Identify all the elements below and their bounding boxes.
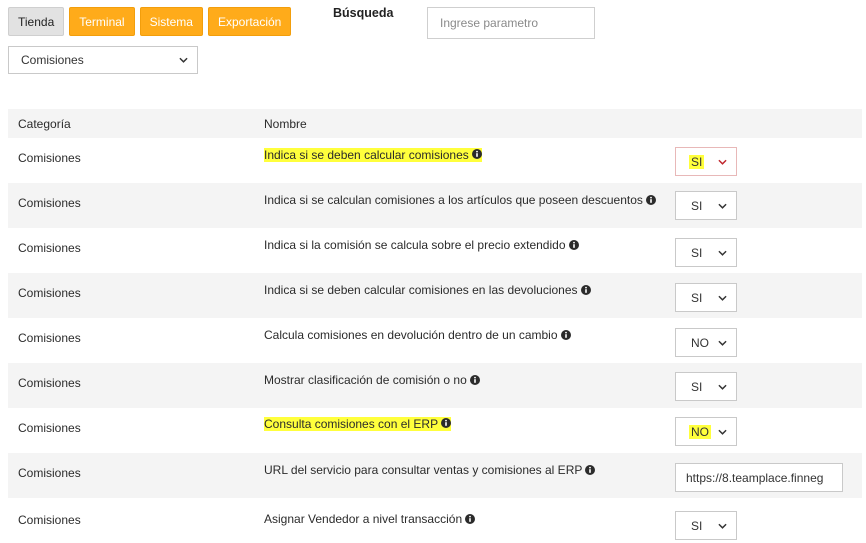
chevron-down-icon	[718, 384, 727, 390]
value-select[interactable]: SI	[675, 283, 737, 312]
chevron-down-icon	[718, 250, 727, 256]
column-header-name: Nombre	[264, 117, 307, 131]
table-row: Comisiones Consulta comisiones con el ER…	[8, 408, 862, 453]
value-select-value: SI	[691, 379, 703, 394]
row-name: Mostrar clasificación de comisión o no	[264, 373, 480, 387]
chevron-down-icon	[718, 159, 727, 165]
value-select[interactable]: NO	[675, 328, 737, 357]
info-circle-icon[interactable]	[472, 149, 483, 159]
chevron-down-icon	[718, 295, 727, 301]
row-name-label: Mostrar clasificación de comisión o no	[264, 373, 467, 387]
table-row: Comisiones Asignar Vendedor a nivel tran…	[8, 498, 862, 543]
row-category: Comisiones	[18, 331, 81, 345]
info-circle-icon[interactable]	[580, 285, 591, 295]
value-select-value: NO	[689, 424, 711, 439]
row-name: Consulta comisiones con el ERP	[264, 417, 452, 431]
table-row: Comisiones Calcula comisiones en devoluc…	[8, 318, 862, 363]
info-circle-icon[interactable]	[441, 418, 452, 428]
row-name: URL del servicio para consultar ventas y…	[264, 463, 596, 477]
value-select[interactable]: SI	[675, 372, 737, 401]
search-label: Búsqueda	[333, 6, 394, 20]
tab-tienda[interactable]: Tienda	[8, 7, 65, 36]
row-category: Comisiones	[18, 466, 81, 480]
search-input[interactable]	[427, 7, 595, 39]
row-name-label: Asignar Vendedor a nivel transacción	[264, 512, 463, 526]
value-select[interactable]: NO	[675, 417, 737, 446]
value-select-value: NO	[691, 335, 709, 350]
info-circle-icon[interactable]	[568, 240, 579, 250]
chevron-down-icon	[718, 203, 727, 209]
value-select-value: SI	[691, 245, 703, 260]
row-name: Calcula comisiones en devolución dentro …	[264, 328, 571, 342]
tab-bar: Tienda Terminal Sistema Exportación	[8, 7, 292, 36]
table-row: Comisiones Indica si se calculan comisio…	[8, 183, 862, 228]
info-circle-icon[interactable]	[645, 195, 656, 205]
row-category: Comisiones	[18, 513, 81, 527]
row-category: Comisiones	[18, 421, 81, 435]
chevron-down-icon	[718, 429, 727, 435]
value-select[interactable]: SI	[675, 191, 737, 220]
column-header-category: Categoría	[18, 117, 71, 131]
value-select[interactable]: SI	[675, 511, 737, 540]
row-category: Comisiones	[18, 286, 81, 300]
info-circle-icon[interactable]	[585, 465, 596, 475]
table-row: Comisiones URL del servicio para consult…	[8, 453, 862, 498]
row-category: Comisiones	[18, 241, 81, 255]
row-category: Comisiones	[18, 376, 81, 390]
info-circle-icon[interactable]	[560, 330, 571, 340]
value-select-value: SI	[691, 290, 703, 305]
value-select[interactable]: SI	[675, 238, 737, 267]
chevron-down-icon	[179, 57, 188, 63]
info-circle-icon[interactable]	[465, 514, 476, 524]
table-row: Comisiones Indica si se deben calcular c…	[8, 273, 862, 318]
row-name: Indica si se deben calcular comisiones	[264, 148, 483, 162]
erp-url-input[interactable]	[675, 463, 843, 492]
row-name-label: Consulta comisiones con el ERP	[264, 417, 452, 431]
row-category: Comisiones	[18, 151, 81, 165]
row-category: Comisiones	[18, 196, 81, 210]
row-name: Indica si se calculan comisiones a los a…	[264, 193, 656, 207]
info-circle-icon[interactable]	[469, 375, 480, 385]
tab-sistema[interactable]: Sistema	[139, 7, 203, 36]
tab-exportacion[interactable]: Exportación	[207, 7, 292, 36]
table-row: Comisiones Indica si la comisión se calc…	[8, 228, 862, 273]
value-select-value: SI	[691, 518, 703, 533]
tab-terminal[interactable]: Terminal	[69, 7, 135, 36]
category-filter-value: Comisiones	[21, 53, 84, 67]
chevron-down-icon	[718, 340, 727, 346]
row-name-label: Indica si se deben calcular comisiones	[264, 148, 483, 162]
value-select-value: SI	[689, 154, 705, 169]
row-name-label: Calcula comisiones en devolución dentro …	[264, 328, 558, 342]
category-filter-select[interactable]: Comisiones	[8, 46, 198, 74]
row-name: Indica si se deben calcular comisiones e…	[264, 283, 591, 297]
row-name-label: URL del servicio para consultar ventas y…	[264, 463, 583, 477]
row-name-label: Indica si la comisión se calcula sobre e…	[264, 238, 566, 252]
table-header: Categoría Nombre	[8, 109, 862, 138]
row-name: Indica si la comisión se calcula sobre e…	[264, 238, 579, 252]
table-row: Comisiones Indica si se deben calcular c…	[8, 138, 862, 183]
row-name-label: Indica si se calculan comisiones a los a…	[264, 193, 643, 207]
row-name-label: Indica si se deben calcular comisiones e…	[264, 283, 578, 297]
table-row: Comisiones Mostrar clasificación de comi…	[8, 363, 862, 408]
chevron-down-icon	[718, 523, 727, 529]
value-select-value: SI	[691, 198, 703, 213]
value-select[interactable]: SI	[675, 147, 737, 176]
row-name: Asignar Vendedor a nivel transacción	[264, 512, 476, 526]
